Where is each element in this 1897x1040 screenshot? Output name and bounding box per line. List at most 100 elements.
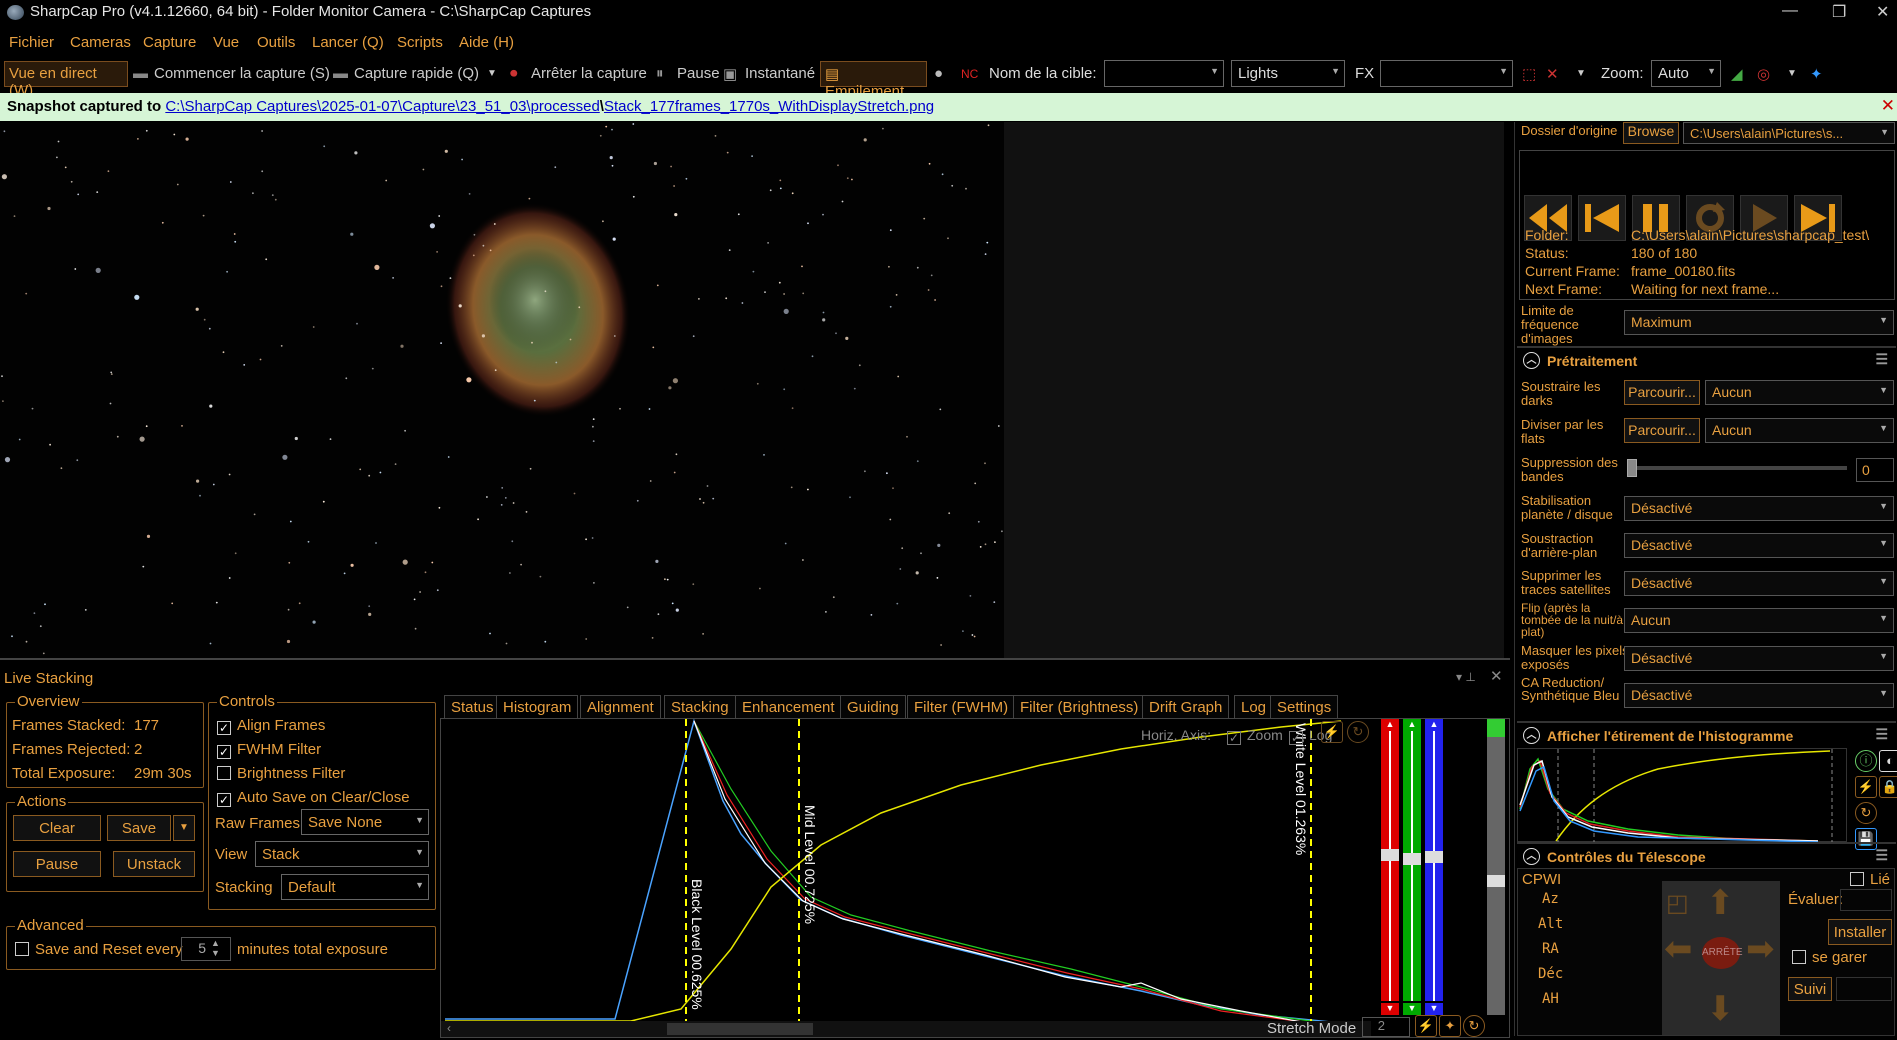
reset-icon[interactable]: ↻ — [1855, 802, 1877, 824]
minutes-input[interactable]: 5 — [181, 937, 231, 961]
save-reset-checkbox-box[interactable] — [15, 942, 29, 956]
first-frame-button[interactable] — [1578, 195, 1626, 241]
menu-scripts[interactable]: Scripts — [397, 34, 443, 51]
menu-icon[interactable]: ☰ — [1875, 847, 1888, 864]
info-icon[interactable]: ⓘ — [1855, 750, 1877, 772]
scroll-left-icon[interactable]: ‹ — [447, 1021, 451, 1035]
linked-checkbox[interactable]: Lié — [1850, 871, 1890, 888]
tab-guiding[interactable]: Guiding — [840, 695, 906, 719]
tab-log[interactable]: Log — [1234, 695, 1274, 719]
stretch-star-icon[interactable]: ✦ — [1439, 1015, 1461, 1037]
tab-stacking[interactable]: Stacking — [664, 695, 736, 719]
red-slider-thumb[interactable] — [1381, 849, 1399, 861]
blue-slider-thumb[interactable] — [1425, 851, 1443, 863]
darks-browse-button[interactable]: Parcourir... — [1624, 380, 1700, 405]
log-checkbox-box[interactable]: ✓ — [1289, 731, 1303, 745]
brightness-filter-checkbox[interactable]: Brightness Filter — [217, 765, 345, 782]
tab-histogram[interactable]: Histogram — [496, 695, 579, 719]
tab-filter-fwhm[interactable]: Filter (FWHM) — [907, 695, 1016, 719]
chevron-down-icon[interactable]: ▼ — [487, 68, 497, 79]
reset-icon[interactable]: ↻ — [1347, 721, 1369, 743]
banding-input[interactable]: 0 — [1856, 458, 1894, 482]
fwhm-filter-checkbox[interactable]: ✓ FWHM Filter — [217, 741, 321, 759]
live-view-button[interactable]: Vue en direct (W) — [4, 61, 128, 99]
auto-save-checkbox-box[interactable]: ✓ — [217, 793, 231, 807]
scroll-thumb[interactable] — [667, 1023, 813, 1035]
crosshair-icon[interactable]: ✕ — [1546, 65, 1559, 83]
zoom-checkbox-box[interactable]: ✓ — [1227, 731, 1241, 745]
stacking-button[interactable]: ▤ Empilement — [820, 61, 927, 100]
tab-status[interactable]: Status — [444, 695, 501, 719]
zoom-select[interactable]: Auto ▼ — [1651, 60, 1721, 87]
target-name-input[interactable]: ▼ — [1104, 60, 1224, 87]
notice-file-link[interactable]: Stack_177frames_1770s_WithDisplayStretch… — [604, 98, 934, 115]
moon-icon[interactable]: ● — [934, 65, 943, 82]
green-level-slider[interactable] — [1403, 731, 1421, 1001]
align-frames-checkbox-box[interactable]: ✓ — [217, 721, 231, 735]
prep-row-3-select[interactable]: Aucun ▼ — [1624, 608, 1894, 633]
browse-button[interactable]: Browse — [1623, 122, 1679, 144]
menu-cameras[interactable]: Cameras — [70, 34, 131, 51]
menu-vue[interactable]: Vue — [213, 34, 239, 51]
stretch-mode-input[interactable]: 2 — [1362, 1017, 1410, 1037]
red-level-slider[interactable] — [1381, 731, 1399, 1001]
prep-row-2-select[interactable]: Désactivé ▼ — [1624, 571, 1894, 596]
install-button[interactable]: Installer — [1828, 919, 1892, 945]
spinner-icon[interactable]: ▲ ▼ — [211, 938, 220, 958]
tab-drift-graph[interactable]: Drift Graph — [1142, 695, 1230, 719]
pause-button[interactable]: Pause — [677, 65, 720, 82]
histogram-icon[interactable]: ◢ — [1731, 65, 1743, 83]
close-icon[interactable]: ✕ — [1876, 2, 1889, 22]
banding-slider[interactable] — [1627, 459, 1847, 477]
red-down-icon[interactable]: ▼ — [1381, 1003, 1399, 1015]
menu-capture[interactable]: Capture — [143, 34, 196, 51]
auto-stretch-icon[interactable]: ⚡ — [1855, 776, 1877, 798]
stacking-mode-select[interactable]: Default ▼ — [281, 874, 429, 900]
darks-select[interactable]: Aucun ▼ — [1705, 380, 1894, 405]
tab-settings[interactable]: Settings — [1270, 695, 1339, 719]
menu-fichier[interactable]: Fichier — [9, 34, 54, 51]
reticle-icon[interactable]: ⬚ — [1522, 65, 1536, 83]
arrow-down-icon[interactable]: ⬇ — [1706, 989, 1735, 1029]
flats-select[interactable]: Aucun ▼ — [1705, 418, 1894, 443]
histogram-view[interactable]: Black Level 00.625% Mid Level 00.725% Wh… — [440, 718, 1510, 1038]
blue-down-icon[interactable]: ▼ — [1425, 1003, 1443, 1015]
source-folder-select[interactable]: C:\Users\alain\Pictures\s... ▼ — [1683, 122, 1895, 144]
raw-frames-select[interactable]: Save None ▼ — [301, 809, 429, 835]
start-capture-button[interactable]: Commencer la capture (S) — [154, 65, 330, 82]
blue-up-icon[interactable]: ▲ — [1425, 719, 1443, 731]
align-frames-checkbox[interactable]: ✓ Align Frames — [217, 717, 325, 735]
chevron-down-icon[interactable]: ▼ — [1576, 68, 1586, 79]
menu-outils[interactable]: Outils — [257, 34, 295, 51]
pause-stack-button[interactable]: Pause — [13, 851, 101, 877]
image-viewer[interactable] — [0, 122, 1004, 658]
brightness-filter-checkbox-box[interactable] — [217, 766, 231, 780]
track-select[interactable] — [1836, 977, 1892, 1001]
prep-row-4-select[interactable]: Désactivé ▼ — [1624, 646, 1894, 671]
fx-select[interactable]: ▼ — [1380, 60, 1513, 87]
arrow-up-icon[interactable]: ⬆ — [1706, 883, 1735, 923]
arrow-left-icon[interactable]: ⬅ — [1664, 929, 1693, 969]
telescope-header[interactable]: ︿ Contrôles du Télescope ☰ — [1517, 842, 1896, 868]
blue-level-slider[interactable] — [1425, 731, 1443, 1001]
zoom-checkbox[interactable]: ✓ Zoom — [1227, 727, 1283, 745]
menu-lancer[interactable]: Lancer (Q) — [312, 34, 384, 51]
maximize-icon[interactable]: ❐ — [1832, 2, 1846, 22]
luminance-slider-thumb[interactable] — [1487, 875, 1505, 887]
unstack-button[interactable]: Unstack — [113, 851, 195, 877]
banding-slider-thumb[interactable] — [1627, 459, 1637, 477]
green-slider-thumb[interactable] — [1403, 853, 1421, 865]
close-panel-icon[interactable]: ✕ — [1490, 667, 1503, 685]
arrow-right-icon[interactable]: ➡ — [1746, 929, 1775, 969]
fwhm-filter-checkbox-box[interactable]: ✓ — [217, 745, 231, 759]
menu-aide[interactable]: Aide (H) — [459, 34, 514, 51]
pin-icon[interactable]: ▾ ⊥ — [1456, 670, 1476, 684]
collapse-icon[interactable]: ︿ — [1523, 727, 1540, 744]
park-checkbox[interactable]: se garer — [1792, 949, 1867, 966]
auto-stretch-icon[interactable]: ⚡ — [1321, 721, 1343, 743]
close-icon[interactable]: ✕ — [1881, 96, 1895, 116]
red-up-icon[interactable]: ▲ — [1381, 719, 1399, 731]
menu-icon[interactable]: ☰ — [1875, 351, 1888, 368]
rate-select[interactable] — [1840, 889, 1892, 911]
focus-icon[interactable]: ◎ — [1757, 65, 1770, 83]
